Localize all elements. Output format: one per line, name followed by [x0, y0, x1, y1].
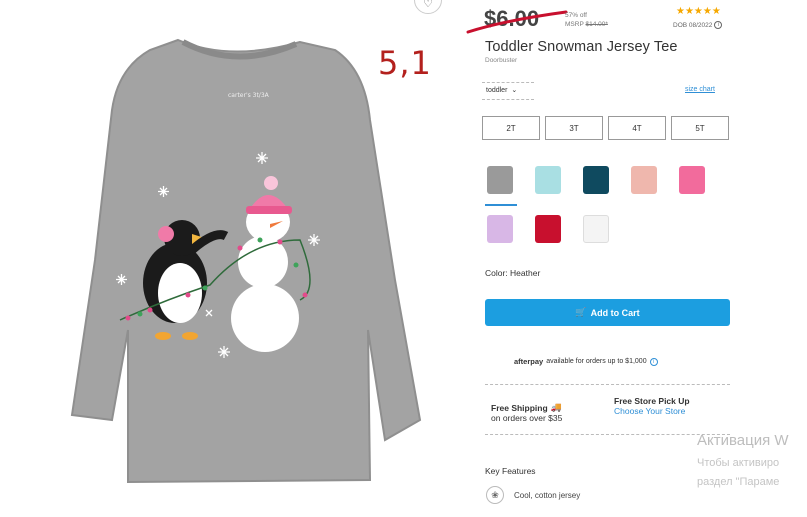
afterpay-info: afterpay available for orders up to $1,0…: [514, 357, 658, 366]
rating-stars[interactable]: ★★★★★: [676, 6, 721, 17]
activation-watermark-title: Активация W: [697, 432, 789, 449]
size-chart-link[interactable]: size chart: [685, 86, 715, 93]
cart-icon: 🛒: [575, 307, 587, 317]
swatch-shirt-thumbnail: [487, 215, 513, 243]
swatch-shirt-thumbnail: [631, 166, 657, 194]
afterpay-text: available for orders up to $1,000: [546, 358, 647, 365]
swatch-shirt-thumbnail: [487, 166, 513, 194]
size-button-3t[interactable]: 3T: [545, 116, 603, 140]
color-swatch[interactable]: [483, 211, 517, 247]
swatch-shirt-thumbnail: [535, 166, 561, 194]
divider: [482, 82, 534, 83]
size-button-5t[interactable]: 5T: [671, 116, 729, 140]
divider: [482, 99, 534, 100]
size-button-2t[interactable]: 2T: [482, 116, 540, 140]
color-swatch[interactable]: [531, 211, 565, 247]
divider: [485, 384, 730, 385]
color-swatch[interactable]: [579, 162, 613, 198]
info-icon[interactable]: i: [714, 21, 723, 29]
feature-item: ❀ Cool, cotton jersey: [486, 486, 580, 504]
swatch-shirt-thumbnail: [583, 215, 609, 243]
selected-color-label: Color: Heather: [485, 268, 541, 278]
afterpay-logo: afterpay: [514, 357, 544, 366]
chevron-down-icon: ⌄: [511, 87, 518, 94]
swatch-shirt-thumbnail: [535, 215, 561, 243]
swatch-shirt-thumbnail: [583, 166, 609, 194]
add-to-cart-button[interactable]: 🛒 Add to Cart: [485, 299, 730, 326]
color-swatch[interactable]: [483, 162, 517, 198]
selected-swatch-indicator: [485, 204, 517, 206]
dob-info: DOB 08/2022 i: [673, 21, 723, 29]
color-swatch[interactable]: [531, 162, 565, 198]
truck-icon: 🚚: [550, 402, 562, 412]
price-strike-mark: [466, 10, 568, 34]
size-type-dropdown[interactable]: toddler ⌄: [486, 86, 518, 95]
cotton-icon: ❀: [486, 486, 504, 504]
product-title: Toddler Snowman Jersey Tee: [485, 39, 678, 55]
swatch-shirt-thumbnail: [679, 166, 705, 194]
shirt-tag-text: carter's 3t/3A: [228, 92, 270, 99]
divider: [485, 434, 730, 435]
heart-icon: ♡: [423, 0, 433, 10]
color-swatch[interactable]: [675, 162, 709, 198]
color-swatch[interactable]: [627, 162, 661, 198]
product-badge: Doorbuster: [485, 57, 518, 64]
activation-watermark-line: раздел "Параме: [697, 476, 780, 488]
store-pickup-block: Free Store Pick Up Choose Your Store: [614, 396, 690, 416]
choose-store-link[interactable]: Choose Your Store: [614, 406, 690, 416]
size-button-4t[interactable]: 4T: [608, 116, 666, 140]
discount-info: 57% off MSRP $14.00*: [565, 12, 608, 28]
info-icon[interactable]: i: [649, 357, 658, 366]
free-shipping-block: Free Shipping 🚚 on orders over $35: [491, 402, 563, 423]
key-features-heading: Key Features: [485, 466, 536, 476]
handwritten-annotation: 5,1: [378, 44, 432, 82]
color-swatch[interactable]: [579, 211, 613, 247]
activation-watermark-line: Чтобы активиро: [697, 457, 780, 469]
